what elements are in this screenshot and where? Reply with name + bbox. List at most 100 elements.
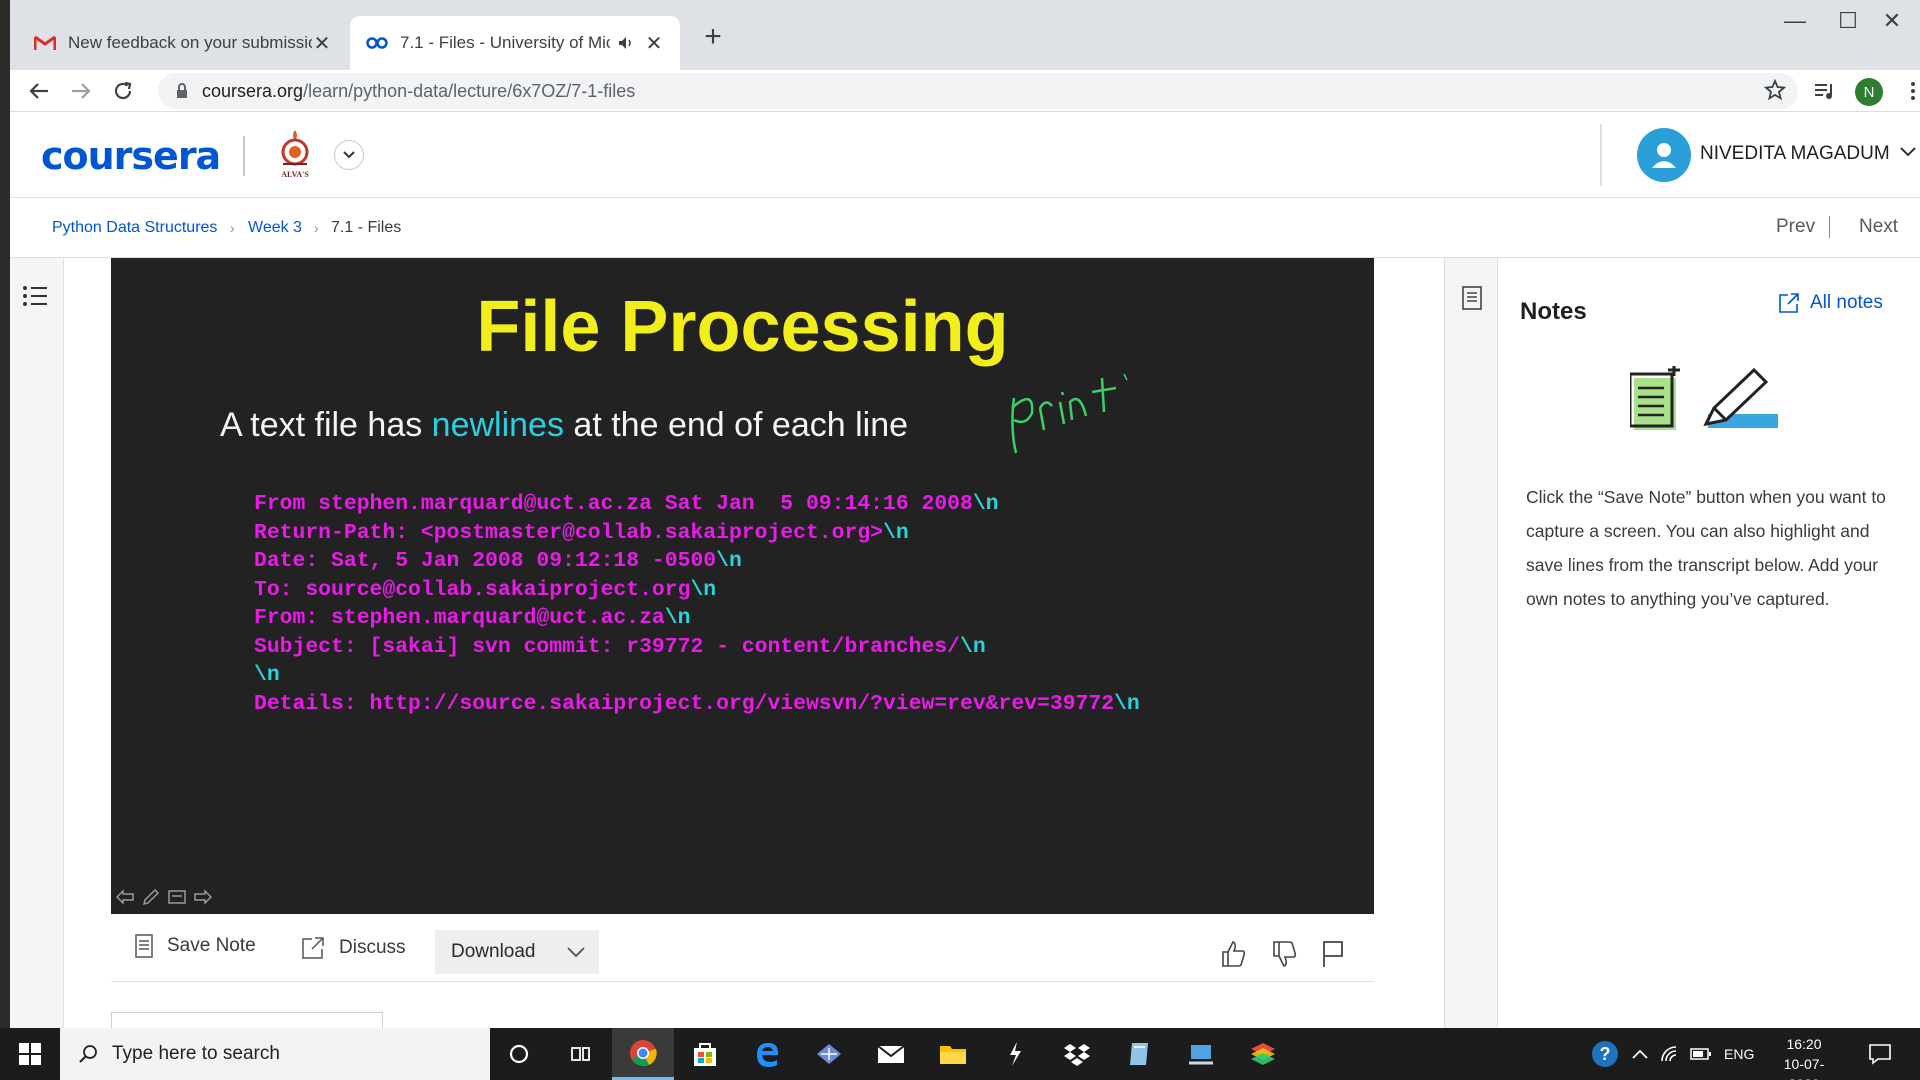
breadcrumb-separator: ›	[230, 220, 235, 236]
edge-icon[interactable]	[736, 1028, 798, 1080]
profile-avatar[interactable]: N	[1855, 78, 1883, 106]
newline-marker: \n	[716, 549, 742, 573]
bookmark-star-icon[interactable]	[1763, 78, 1787, 106]
code-line: Return-Path: <postmaster@collab.sakaipro…	[254, 519, 1140, 548]
save-note-button[interactable]: Save Note	[135, 934, 256, 958]
language-indicator[interactable]: ENG	[1724, 1028, 1754, 1080]
notes-toggle-icon[interactable]	[1462, 286, 1482, 315]
cortana-icon[interactable]	[488, 1028, 550, 1080]
course-outline-icon[interactable]	[22, 284, 48, 313]
breadcrumb: Python Data Structures › Week 3 › 7.1 - …	[10, 198, 1920, 258]
app-icon[interactable]	[798, 1028, 860, 1080]
wifi-icon[interactable]	[1660, 1028, 1680, 1080]
help-icon[interactable]: ?	[1590, 1028, 1620, 1080]
task-view-icon[interactable]	[550, 1028, 612, 1080]
file-explorer-icon[interactable]	[922, 1028, 984, 1080]
address-bar[interactable]: coursera.org/learn/python-data/lecture/6…	[158, 73, 1798, 109]
code-line: To: source@collab.sakaiproject.org \n	[254, 576, 1140, 605]
code-text: Subject: [sakai] svn commit: r39772 - co…	[254, 634, 961, 659]
forward-arrow-icon[interactable]	[193, 888, 213, 906]
video-player[interactable]: File Processing A text file has newlines…	[111, 258, 1374, 914]
user-avatar[interactable]	[1637, 128, 1691, 182]
newline-marker: \n	[690, 577, 717, 602]
header-divider	[1600, 124, 1602, 186]
code-line: From stephen.marquard@uct.ac.za Sat Jan …	[254, 490, 1140, 519]
screen-icon[interactable]	[167, 888, 187, 906]
app-icon[interactable]	[1170, 1028, 1232, 1080]
notes-rail	[1444, 258, 1498, 1028]
code-text: To: source@collab.sakaiproject.org	[254, 577, 691, 602]
code-line: Details: http://source.sakaiproject.org/…	[254, 690, 1140, 719]
browser-menu-icon[interactable]	[1898, 76, 1920, 106]
tab-title: New feedback on your submissio	[68, 33, 312, 52]
download-dropdown[interactable]: Download	[435, 930, 599, 974]
close-tab-icon[interactable]: ✕	[644, 31, 664, 56]
tab-coursera[interactable]: 7.1 - Files - University of Mic ✕	[350, 16, 680, 70]
coursera-header: coursera ALVA'S NIVEDITA MAGADUM	[10, 112, 1920, 198]
notification-icon[interactable]	[1868, 1028, 1892, 1080]
back-arrow-icon[interactable]	[24, 76, 54, 106]
code-text: Date: Sat, 5 Jan 2008 09:12:18 -0500	[254, 549, 717, 573]
minimize-button[interactable]: —	[1775, 8, 1815, 34]
code-text: From: stephen.marquard@uct.ac.za	[254, 606, 665, 630]
handwritten-annotation	[1004, 368, 1134, 463]
speaker-icon[interactable]	[618, 36, 634, 50]
discuss-label: Discuss	[339, 937, 406, 958]
tab-gmail[interactable]: New feedback on your submissio ✕	[18, 16, 348, 70]
pen-icon[interactable]	[141, 888, 161, 906]
thumbs-up-icon[interactable]	[1219, 940, 1247, 973]
forward-arrow-icon[interactable]	[66, 76, 96, 106]
chevron-up-icon[interactable]	[1632, 1028, 1648, 1080]
chevron-down-icon[interactable]	[1900, 144, 1916, 162]
close-tab-icon[interactable]: ✕	[312, 31, 332, 56]
org-label: ALVA'S	[281, 170, 309, 179]
code-line: From: stephen.marquard@uct.ac.za \n	[254, 604, 1140, 633]
org-menu-button[interactable]	[334, 140, 364, 170]
prev-next-divider	[1829, 216, 1830, 238]
media-control-icon[interactable]	[1810, 76, 1840, 106]
transcript-box	[111, 1012, 383, 1028]
all-notes-link[interactable]: All notes	[1778, 292, 1883, 314]
user-icon	[1652, 143, 1676, 168]
app-icon[interactable]	[984, 1028, 1046, 1080]
left-rail	[10, 258, 64, 1028]
search-icon	[79, 1045, 97, 1063]
newline-marker: \n	[883, 520, 909, 545]
org-logo[interactable]: ALVA'S	[272, 128, 318, 184]
battery-icon[interactable]	[1690, 1028, 1712, 1080]
bluestacks-icon[interactable]	[1232, 1028, 1294, 1080]
browser-toolbar: coursera.org/learn/python-data/lecture/6…	[10, 70, 1920, 112]
prev-button[interactable]: Prev	[1776, 216, 1815, 238]
breadcrumb-week[interactable]: Week 3	[248, 219, 302, 237]
slide-title: File Processing	[476, 287, 1009, 367]
url-path: /learn/python-data/lecture/6x7OZ/7-1-fil…	[303, 80, 636, 101]
reload-icon[interactable]	[108, 76, 138, 106]
gmail-icon	[34, 32, 56, 54]
video-actions: Save Note Discuss Download	[111, 920, 1374, 982]
user-name[interactable]: NIVEDITA MAGADUM	[1700, 143, 1890, 165]
windows-start-icon[interactable]	[0, 1028, 60, 1080]
browser-tab-strip: New feedback on your submissio ✕ 7.1 - F…	[10, 0, 1920, 70]
store-icon[interactable]	[674, 1028, 736, 1080]
new-tab-button[interactable]: +	[698, 20, 728, 54]
url-host: coursera.org	[202, 80, 304, 101]
code-text: Details: http://source.sakaiproject.org/…	[254, 691, 1115, 716]
taskbar: Type here to search ? ENG 16:20 10-07-	[0, 1028, 1920, 1080]
mail-icon[interactable]	[860, 1028, 922, 1080]
back-arrow-icon[interactable]	[115, 888, 135, 906]
clock[interactable]: 16:20 10-07-2020	[1770, 1034, 1838, 1080]
flag-icon[interactable]	[1321, 940, 1345, 973]
maximize-button[interactable]: ☐	[1828, 8, 1868, 34]
close-window-button[interactable]: ✕	[1872, 8, 1912, 34]
discuss-button[interactable]: Discuss	[301, 936, 406, 960]
dropbox-icon[interactable]	[1046, 1028, 1108, 1080]
app-icon[interactable]	[1108, 1028, 1170, 1080]
thumbs-down-icon[interactable]	[1270, 940, 1298, 973]
taskbar-search-input[interactable]: Type here to search	[60, 1028, 490, 1080]
tab-title: 7.1 - Files - University of Mic	[400, 33, 610, 52]
breadcrumb-course[interactable]: Python Data Structures	[52, 219, 217, 237]
coursera-logo[interactable]: coursera	[41, 134, 221, 178]
newline-marker: \n	[664, 606, 691, 630]
chrome-icon[interactable]	[612, 1028, 674, 1080]
next-button[interactable]: Next	[1859, 216, 1898, 238]
